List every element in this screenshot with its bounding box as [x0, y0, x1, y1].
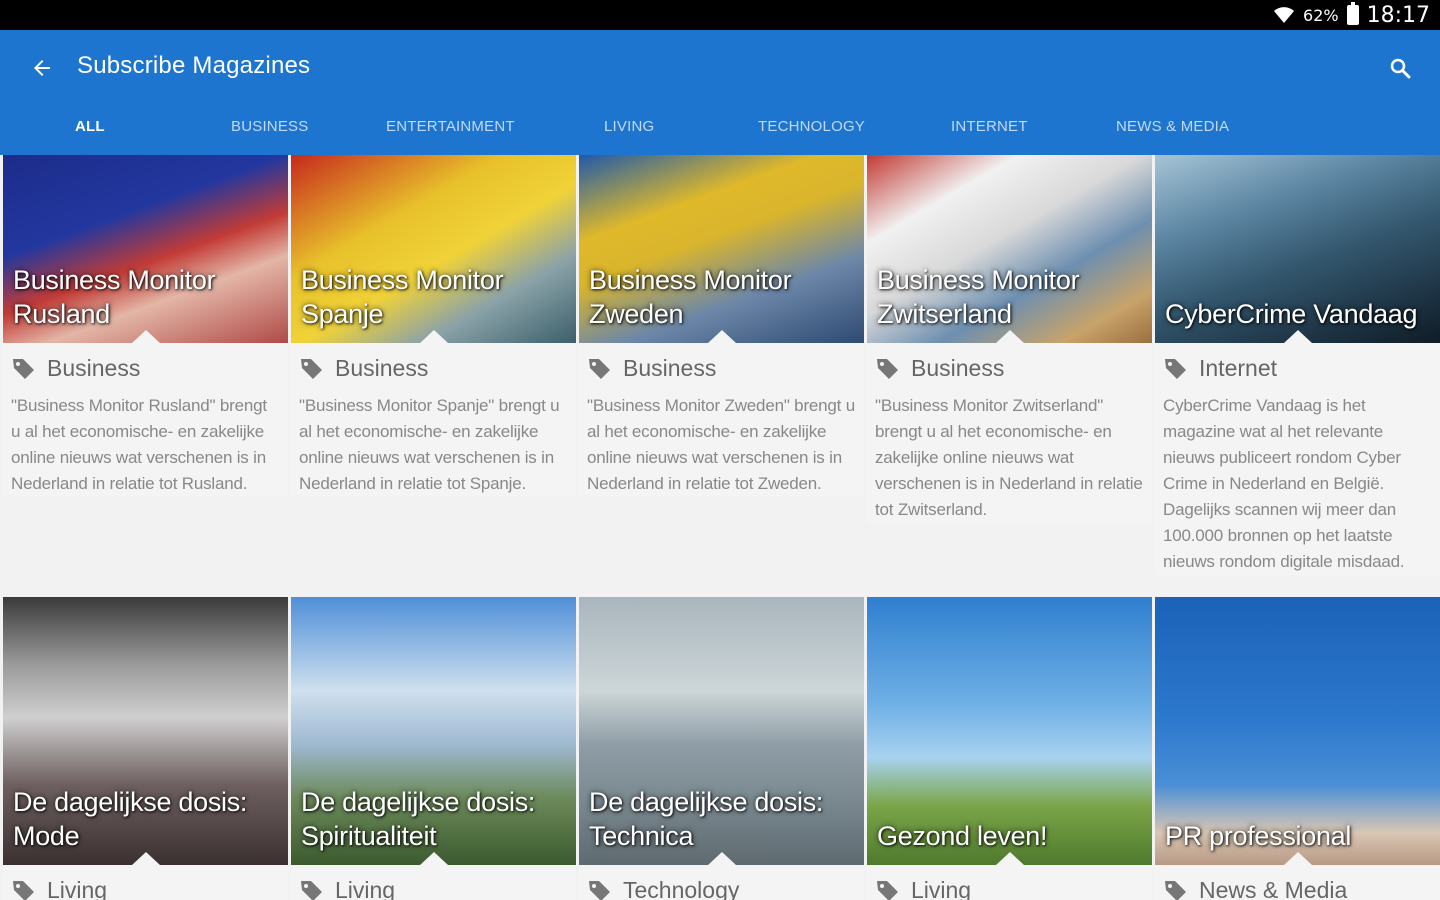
search-icon	[1390, 58, 1411, 79]
search-button[interactable]	[1380, 48, 1420, 88]
magazine-title: Business Monitor Rusland	[13, 265, 216, 329]
magazine-image: PR professional	[1155, 597, 1440, 865]
battery-icon	[1346, 2, 1359, 25]
tab-news-media[interactable]: NEWS & MEDIA	[1116, 118, 1229, 135]
magazine-image: Business Monitor Zweden	[579, 155, 864, 343]
arrow-back-icon	[34, 60, 50, 76]
magazine-card[interactable]: Business Monitor Spanje Business "Busine…	[291, 155, 576, 497]
magazine-image: Business Monitor Spanje	[291, 155, 576, 343]
magazine-description: "Business Monitor Rusland" brengt u al h…	[11, 396, 267, 493]
magazine-category: Business	[867, 343, 1152, 385]
magazine-card[interactable]: Gezond leven! Living	[867, 597, 1152, 900]
magazine-image: CyberCrime Vandaag	[1155, 155, 1440, 343]
tab-internet[interactable]: INTERNET	[951, 118, 1028, 135]
magazine-title: De dagelijkse dosis: Spiritualiteit	[301, 787, 536, 851]
magazine-title: De dagelijkse dosis: Mode	[13, 787, 248, 851]
magazine-title: CyberCrime Vandaag	[1165, 299, 1418, 329]
magazine-card[interactable]: Business Monitor Zwitserland Business "B…	[867, 155, 1152, 523]
magazine-title: De dagelijkse dosis: Technica	[589, 787, 824, 851]
battery-percent: 62%	[1303, 5, 1339, 25]
magazine-category: Living	[867, 865, 1152, 900]
magazine-image: De dagelijkse dosis: Mode	[3, 597, 288, 865]
magazine-category: Living	[3, 865, 288, 900]
tag-icon	[877, 881, 898, 900]
status-bar: 62% 18:17	[0, 0, 1440, 30]
magazine-card[interactable]: Business Monitor Zweden Business "Busine…	[579, 155, 864, 497]
tag-icon	[301, 359, 322, 379]
magazine-card[interactable]: De dagelijkse dosis: Mode Living	[3, 597, 288, 900]
magazine-category: Living	[291, 865, 576, 900]
tag-icon	[1165, 359, 1186, 379]
magazine-title: Business Monitor Zwitserland	[877, 265, 1080, 329]
magazine-category: Technology	[579, 865, 864, 900]
tab-living[interactable]: LIVING	[604, 118, 654, 135]
magazine-description: CyberCrime Vandaag is het magazine wat a…	[1163, 396, 1405, 571]
magazine-image: Business Monitor Zwitserland	[867, 155, 1152, 343]
magazine-title: Business Monitor Spanje	[301, 265, 504, 329]
magazine-image: De dagelijkse dosis: Spiritualiteit	[291, 597, 576, 865]
magazine-card[interactable]: De dagelijkse dosis: Technica Technology	[579, 597, 864, 900]
magazine-description: "Business Monitor Zweden" brengt u al he…	[587, 396, 855, 493]
magazine-category: News & Media	[1155, 865, 1440, 900]
tag-icon	[13, 881, 34, 900]
back-button[interactable]	[22, 48, 62, 88]
magazine-title: PR professional	[1165, 821, 1352, 851]
magazine-card[interactable]: Business Monitor Rusland Business "Busin…	[3, 155, 288, 497]
page-title: Subscribe Magazines	[77, 52, 311, 79]
magazine-image: De dagelijkse dosis: Technica	[579, 597, 864, 865]
tag-icon	[301, 881, 322, 900]
tag-icon	[589, 881, 610, 900]
magazine-title: Gezond leven!	[877, 821, 1048, 851]
magazine-card[interactable]: CyberCrime Vandaag Internet CyberCrime V…	[1155, 155, 1440, 575]
tab-entertainment[interactable]: ENTERTAINMENT	[386, 118, 515, 135]
magazine-description: "Business Monitor Spanje" brengt u al he…	[299, 396, 560, 493]
wifi-icon	[1273, 6, 1295, 24]
magazine-card[interactable]: De dagelijkse dosis: Spiritualiteit Livi…	[291, 597, 576, 900]
magazine-image: Business Monitor Rusland	[3, 155, 288, 343]
magazine-card[interactable]: PR professional News & Media	[1155, 597, 1440, 900]
magazine-category: Business	[291, 343, 576, 385]
magazine-category: Business	[3, 343, 288, 385]
magazine-category: Business	[579, 343, 864, 385]
magazine-description: "Business Monitor Zwitserland" brengt u …	[875, 396, 1143, 519]
tab-business[interactable]: BUSINESS	[231, 118, 308, 135]
tag-icon	[13, 359, 34, 379]
category-tabs: ALL BUSINESS ENTERTAINMENT LIVING TECHNO…	[0, 110, 1440, 155]
clock: 18:17	[1366, 2, 1430, 28]
magazine-image: Gezond leven!	[867, 597, 1152, 865]
tag-icon	[877, 359, 898, 379]
magazine-title: Business Monitor Zweden	[589, 265, 792, 329]
tag-icon	[1165, 881, 1186, 900]
tab-all[interactable]: ALL	[75, 118, 105, 135]
magazine-category: Internet	[1155, 343, 1440, 385]
tag-icon	[589, 359, 610, 379]
tab-technology[interactable]: TECHNOLOGY	[758, 118, 865, 135]
app-bar: Subscribe Magazines ALL BUSINESS ENTERTA…	[0, 30, 1440, 155]
